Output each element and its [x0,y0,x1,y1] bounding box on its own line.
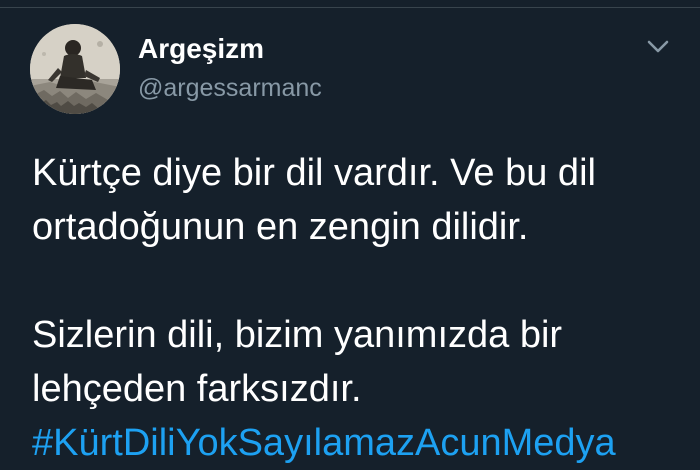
hashtag-link[interactable]: #KürtDiliYokSayılamazAcunMedya [32,416,692,470]
tweet-line: Kürtçe diye bir dil vardır. Ve bu dil [32,152,596,194]
chevron-down-icon[interactable] [644,36,672,56]
avatar[interactable] [30,24,120,114]
profile-photo-icon [30,24,120,114]
tweet-line: Sizlerin dili, bizim yanımızda bir [32,314,563,356]
tweet-line: lehçeden farksızdır. [32,368,362,410]
display-name[interactable]: Argeşizm [138,32,264,66]
user-handle[interactable]: @argessarmanc [138,73,322,103]
tweet-card[interactable]: Argeşizm @argessarmanc Kürtçe diye bir d… [0,0,700,464]
tweet-text: Kürtçe diye bir dil vardır. Ve bu dil or… [32,146,692,470]
tweet-line: ortadoğunun en zengin dilidir. [32,206,529,248]
